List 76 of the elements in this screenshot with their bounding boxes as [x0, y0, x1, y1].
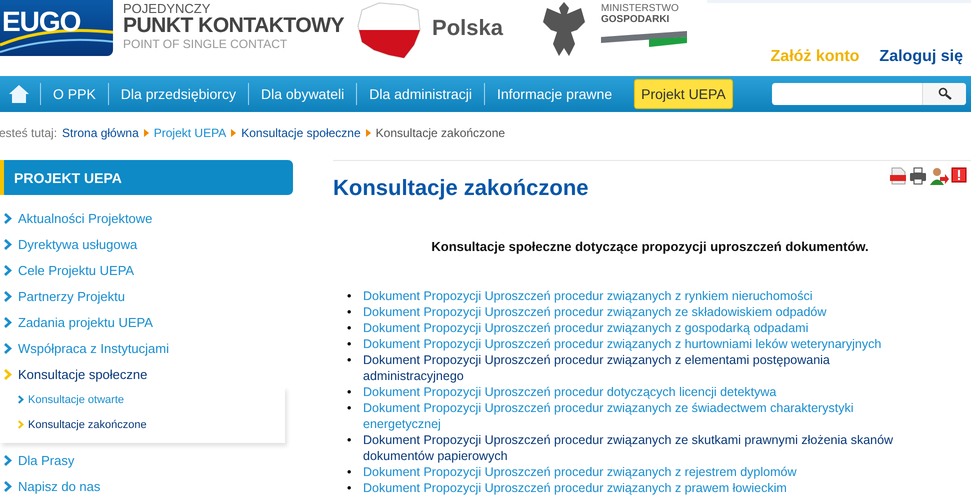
document-link[interactable]: Dokument Propozycji Uproszczeń procedur związanych z gospodarką odpadami: [363, 320, 808, 336]
search-field[interactable]: [772, 83, 966, 105]
nav-tab[interactable]: Dla administracji: [356, 83, 484, 105]
document-link[interactable]: Dokument Propozycji Uproszczeń procedur związanych z hurtowniami leków weterynaryjnych: [363, 336, 882, 352]
register-link[interactable]: Załóż konto: [770, 48, 860, 66]
sidebar-item[interactable]: Zadania projektu UEPA: [0, 309, 293, 335]
chevron-icon: [4, 316, 12, 328]
page-title: Konsultacje zakończone: [333, 175, 589, 201]
breadcrumb-separator-icon: [366, 129, 371, 137]
brand-tagline: POINT OF SINGLE CONTACT: [123, 38, 288, 50]
brand-subtitle: POJEDYNCZY: [123, 2, 212, 15]
ministry-name: MINISTERSTWO: [600, 4, 680, 14]
bullet-mark: •: [347, 288, 352, 304]
document-link[interactable]: Dokument Propozycji Uproszczeń procedur związanych z prawem łowieckim: [363, 480, 787, 496]
country-name: Polska: [432, 15, 503, 41]
document-link[interactable]: Dokument Propozycji Uproszczeń procedur związanych z elementami postępowania administracyjnego: [363, 352, 908, 384]
sidebar-item[interactable]: Partnerzy Projektu: [0, 283, 293, 309]
search-button[interactable]: [922, 83, 966, 105]
eagle-emblem-icon: [540, 0, 587, 58]
breadcrumb-current: Konsultacje zakończone: [376, 126, 506, 140]
bullet-mark: •: [347, 320, 352, 336]
sidebar-item[interactable]: Dla Prasy: [0, 447, 293, 473]
sidebar-item[interactable]: Cele Projektu UEPA: [0, 257, 293, 283]
bullet-mark: •: [347, 304, 352, 320]
chevron-icon: [4, 342, 12, 354]
nav-tab[interactable]: Informacje prawne: [484, 83, 624, 105]
chevron-icon: [4, 368, 12, 380]
bullet-mark: •: [347, 400, 352, 416]
alert-icon[interactable]: [951, 167, 967, 183]
document-link[interactable]: Dokument Propozycji Uproszczeń procedur związanych ze świadectwem charakterystyki energetycznej: [363, 400, 908, 432]
brand-title: PUNKT KONTAKTOWY: [123, 15, 344, 36]
breadcrumb-separator-icon: [231, 129, 236, 137]
submenu-item[interactable]: Konsultacje zakończone: [0, 412, 285, 437]
nav-tab[interactable]: O PPK: [40, 83, 108, 105]
sidebar-item[interactable]: Konsultacje społeczne: [0, 361, 293, 387]
print-icon[interactable]: [909, 167, 927, 185]
sidebar-title: PROJEKT UEPA: [14, 170, 122, 186]
chevron-icon: [4, 480, 12, 492]
chevron-icon: [4, 238, 12, 250]
submenu-item[interactable]: Konsultacje otwarte: [0, 387, 285, 412]
breadcrumb-link[interactable]: Strona główna: [62, 126, 139, 140]
breadcrumb-separator-icon: [144, 129, 149, 137]
ministry-name: GOSPODARKI: [600, 14, 670, 25]
nav-tab[interactable]: Projekt UEPA: [634, 79, 733, 109]
nav-tab[interactable]: Dla obywateli: [248, 83, 356, 105]
nav-tab[interactable]: Dla przedsiębiorcy: [108, 83, 248, 105]
chevron-icon: [18, 395, 24, 404]
user-arrow-icon[interactable]: [929, 167, 949, 185]
document-link[interactable]: Dokument Propozycji Uproszczeń procedur związanych z rejestrem dyplomów: [363, 464, 797, 480]
chevron-icon: [4, 290, 12, 302]
intro-text: Konsultacje społeczne dotyczące propozycji uproszczeń dokumentów.: [430, 239, 870, 254]
search-icon: [938, 87, 952, 101]
chevron-icon: [18, 420, 24, 429]
chevron-icon: [4, 264, 12, 276]
login-link[interactable]: Zaloguj się: [879, 48, 963, 66]
sidebar-item[interactable]: Dyrektywa usługowa: [0, 231, 293, 257]
pdf-icon[interactable]: [889, 167, 907, 185]
bullet-mark: •: [347, 432, 352, 448]
document-link[interactable]: Dokument Propozycji Uproszczeń procedur związanych ze składowiskiem odpadów: [363, 304, 826, 320]
bullet-mark: •: [347, 480, 352, 496]
document-link[interactable]: Dokument Propozycji Uproszczeń procedur dotyczących licencji detektywa: [363, 384, 776, 400]
sidebar-item[interactable]: Napisz do nas: [0, 473, 293, 499]
home-icon[interactable]: [8, 84, 30, 104]
breadcrumb-link[interactable]: Konsultacje społeczne: [241, 126, 361, 140]
document-link[interactable]: Dokument Propozycji Uproszczeń procedur związanych z rynkiem nieruchomości: [363, 288, 812, 304]
sidebar-item[interactable]: Współpraca z Instytucjami: [0, 335, 293, 361]
bullet-mark: •: [347, 464, 352, 480]
bullet-mark: •: [347, 384, 352, 400]
bullet-mark: •: [347, 352, 352, 368]
bullet-mark: •: [347, 336, 352, 352]
eugo-logo[interactable]: EUGO: [0, 0, 113, 56]
sidebar-item[interactable]: Aktualności Projektowe: [0, 205, 293, 231]
chevron-icon: [4, 212, 12, 224]
breadcrumb-link[interactable]: Projekt UEPA: [154, 126, 226, 140]
chevron-icon: [4, 454, 12, 466]
document-link[interactable]: Dokument Propozycji Uproszczeń procedur związanych ze skutkami prawnymi złożenia skanów dokumentów papierowych: [363, 432, 908, 464]
